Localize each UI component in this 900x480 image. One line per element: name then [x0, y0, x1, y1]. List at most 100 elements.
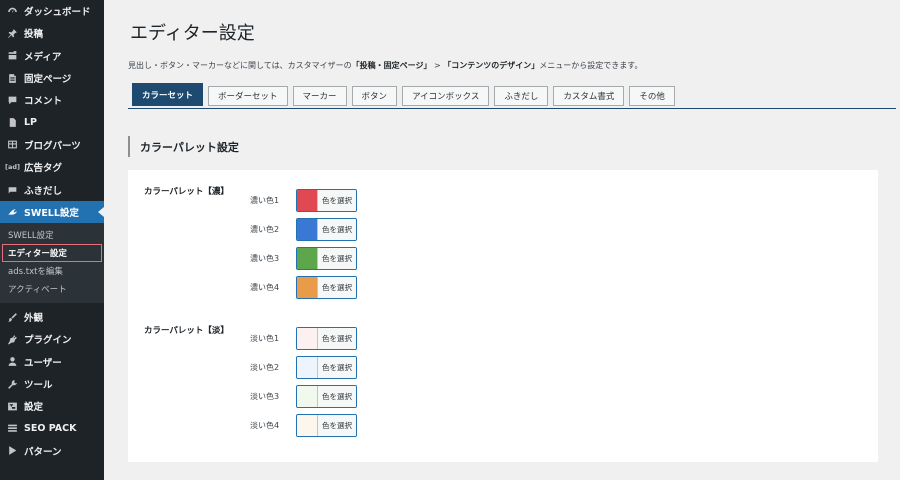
- list-icon: [6, 422, 19, 435]
- tab-balloon[interactable]: ふきだし: [494, 86, 549, 106]
- media-icon: [6, 49, 19, 62]
- color-picker-label: 色を選択: [318, 357, 356, 378]
- pattern-icon: [6, 444, 19, 457]
- tab-other[interactable]: その他: [629, 86, 675, 106]
- submenu-item-editor-settings[interactable]: エディター設定: [2, 243, 102, 262]
- sidebar-item-label: 広告タグ: [24, 163, 63, 175]
- main-content: エディター設定 見出し・ボタン・マーカーなどに関しては、カスタマイザーの「投稿・…: [104, 0, 900, 480]
- color-row-label: 淡い色4: [250, 421, 280, 430]
- sidebar-item-ad[interactable]: [ad] 広告タグ: [0, 156, 104, 178]
- sidebar-item-label: ツール: [24, 380, 53, 391]
- sidebar-item-label: SWELL設定: [24, 207, 79, 219]
- sidebar-item-label: パターン: [24, 446, 62, 458]
- description-separator: >: [431, 61, 444, 70]
- color-picker-label: 色を選択: [318, 277, 356, 298]
- sidebar-item-label: SEO PACK: [24, 423, 77, 435]
- color-swatch: [297, 328, 318, 349]
- sidebar-item-pattern[interactable]: パターン: [0, 440, 104, 462]
- color-row: 濃い色2 色を選択: [250, 218, 357, 241]
- sidebar-item-label: 外観: [24, 313, 44, 325]
- color-row: 濃い色1 色を選択: [250, 189, 357, 212]
- color-picker-label: 色を選択: [318, 415, 356, 436]
- section-title: カラーパレット設定: [128, 136, 239, 157]
- brush-icon: [6, 311, 19, 324]
- sidebar-item-media[interactable]: メディア: [0, 45, 104, 67]
- ad-icon: [ad]: [5, 163, 20, 172]
- color-row-label: 淡い色1: [250, 334, 280, 343]
- tab-underline: [128, 108, 896, 109]
- color-picker-label: 色を選択: [318, 248, 356, 269]
- color-picker-button[interactable]: 色を選択: [296, 218, 357, 241]
- sidebar-item-swell[interactable]: SWELL設定: [0, 200, 104, 223]
- sidebar-item-page[interactable]: 固定ページ: [0, 67, 104, 89]
- color-picker-button[interactable]: 色を選択: [296, 385, 357, 408]
- description-link-content-design: 「コンテンツのデザイン」: [443, 61, 540, 70]
- color-row: 淡い色4 色を選択: [250, 414, 357, 437]
- plugin-icon: [6, 333, 19, 346]
- pin-icon: [6, 27, 19, 40]
- tab-marker[interactable]: マーカー: [292, 86, 347, 106]
- color-picker-button[interactable]: 色を選択: [296, 276, 357, 299]
- sidebar-item-label: ブログパーツ: [24, 140, 81, 152]
- color-picker-button[interactable]: 色を選択: [296, 189, 357, 212]
- color-row-label: 濃い色2: [250, 225, 280, 234]
- sidebar-item-label: ふきだし: [24, 185, 63, 197]
- sidebar-item-label: プラグイン: [24, 335, 72, 347]
- sidebar-item-label: 設定: [24, 402, 44, 414]
- swell-submenu: SWELL設定 エディター設定 ads.txtを編集 アクティベート: [0, 222, 104, 303]
- color-picker-button[interactable]: 色を選択: [296, 247, 357, 270]
- submenu-item-activate[interactable]: アクティベート: [0, 280, 104, 298]
- sidebar-item-brush[interactable]: 外観: [0, 306, 104, 328]
- color-swatch: [297, 357, 318, 378]
- color-swatch: [297, 386, 318, 407]
- color-row-label: 淡い色3: [250, 392, 280, 401]
- sidebar-item-user[interactable]: ユーザー: [0, 351, 104, 373]
- description-text: 見出し・ボタン・マーカーなどに関しては、カスタマイザーの「投稿・固定ページ」 >…: [128, 60, 642, 71]
- color-swatch: [297, 248, 318, 269]
- color-picker-button[interactable]: 色を選択: [296, 414, 357, 437]
- sidebar-item-document[interactable]: LP: [0, 111, 104, 133]
- sidebar-item-pin[interactable]: 投稿: [0, 22, 104, 44]
- tab-custom-format[interactable]: カスタム書式: [553, 86, 625, 106]
- tab-color-set[interactable]: カラーセット: [132, 83, 204, 106]
- dashboard-icon: [6, 5, 19, 18]
- settings-icon: [6, 400, 19, 413]
- group-label-dark: カラーパレット【濃】: [144, 187, 229, 197]
- sidebar-item-wrench[interactable]: ツール: [0, 373, 104, 395]
- sidebar-item-balloon[interactable]: ふきだし: [0, 178, 104, 200]
- color-swatch: [297, 277, 318, 298]
- submenu-item-swell-settings[interactable]: SWELL設定: [0, 226, 104, 244]
- sidebar-item-settings[interactable]: 設定: [0, 395, 104, 417]
- sidebar-item-label: メディア: [24, 51, 62, 63]
- sidebar-item-label: ユーザー: [24, 357, 62, 369]
- sidebar-item-comment[interactable]: コメント: [0, 89, 104, 111]
- color-palette-panel: カラーパレット【濃】 カラーパレット【淡】 濃い色1 色を選択 濃い色2 色を選択 濃い…: [128, 170, 878, 462]
- color-row: 濃い色4 色を選択: [250, 276, 357, 299]
- user-icon: [6, 355, 19, 368]
- submenu-item-ads-txt[interactable]: ads.txtを編集: [0, 262, 104, 280]
- swell-icon: [6, 205, 19, 218]
- description-link-posts: 「投稿・固定ページ」: [351, 61, 432, 70]
- color-picker-label: 色を選択: [318, 219, 356, 240]
- color-row: 濃い色3 色を選択: [250, 247, 357, 270]
- tab-icon-box[interactable]: アイコンボックス: [402, 86, 490, 106]
- color-row-label: 濃い色1: [250, 196, 280, 205]
- sidebar-item-plugin[interactable]: プラグイン: [0, 328, 104, 350]
- balloon-icon: [6, 183, 19, 196]
- sidebar-item-dashboard[interactable]: ダッシュボード: [0, 0, 104, 22]
- page-title: エディター設定: [130, 23, 255, 44]
- color-row-label: 濃い色4: [250, 283, 280, 292]
- sidebar-item-list[interactable]: SEO PACK: [0, 417, 104, 439]
- color-swatch: [297, 190, 318, 211]
- color-picker-button[interactable]: 色を選択: [296, 356, 357, 379]
- color-swatch: [297, 415, 318, 436]
- color-picker-button[interactable]: 色を選択: [296, 327, 357, 350]
- sidebar-item-label: LP: [24, 117, 38, 129]
- tab-border-set[interactable]: ボーダーセット: [208, 86, 288, 106]
- sidebar-item-grid[interactable]: ブログパーツ: [0, 134, 104, 156]
- color-row-label: 淡い色2: [250, 363, 280, 372]
- comment-icon: [6, 94, 19, 107]
- sidebar-item-label: ダッシュボード: [24, 7, 91, 19]
- tab-button[interactable]: ボタン: [351, 86, 398, 106]
- group-label-light: カラーパレット【淡】: [144, 326, 229, 336]
